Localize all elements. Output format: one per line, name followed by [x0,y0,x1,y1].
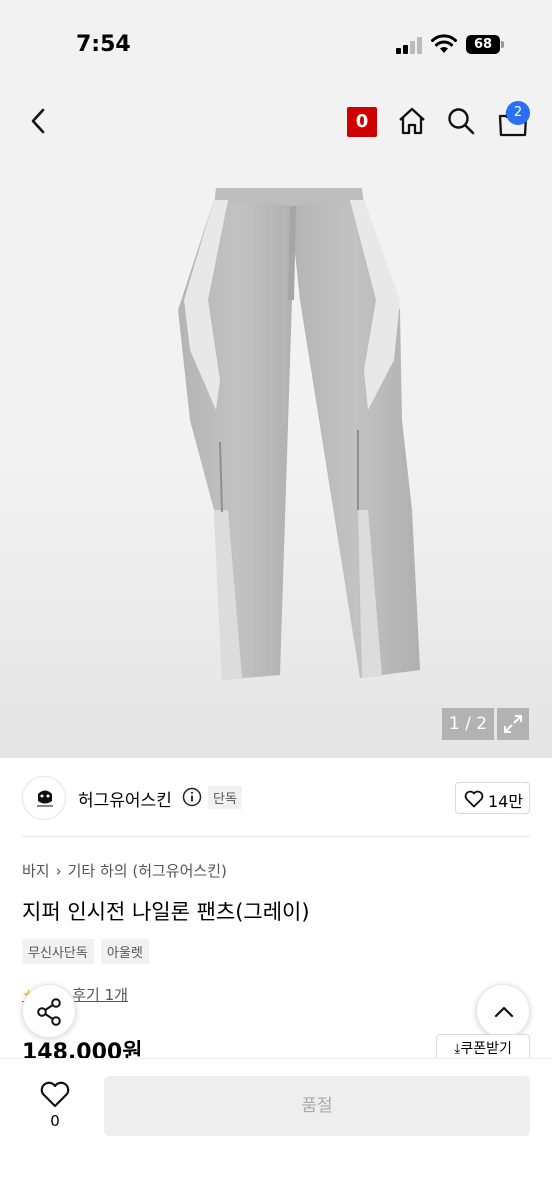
chevron-up-icon [494,1006,514,1018]
tag-outlet: 아울렛 [100,939,149,964]
battery-icon: 68 [466,35,504,54]
sold-out-button[interactable]: 품절 [104,1076,530,1136]
expand-icon[interactable] [497,708,529,740]
tag-exclusive: 무신사단독 [22,939,94,964]
zero-logo-button[interactable]: 0 [347,107,377,137]
exclusive-badge: 단독 [208,786,242,809]
status-time: 7:54 [76,32,131,57]
signal-icon [396,36,424,54]
breadcrumb-item-subcategory[interactable]: 기타 하의 (허그유어스킨) [68,862,227,880]
battery-level: 68 [473,37,493,52]
scroll-top-button[interactable] [476,984,530,1038]
back-icon[interactable] [24,106,54,136]
status-bar: 7:54 68 [0,0,552,90]
wifi-icon [431,34,457,53]
breadcrumb: 바지 › 기타 하의 (허그유어스킨) [22,860,227,881]
brand-logo-mark [37,790,53,807]
divider [22,836,530,837]
info-icon[interactable] [182,787,202,807]
chevron-right-icon: › [55,862,62,880]
brand-logo[interactable] [22,776,66,820]
share-button[interactable] [22,984,76,1038]
wishlist-count: 0 [50,1112,60,1130]
product-tags: 무신사단독 아울렛 [22,939,151,964]
search-icon[interactable] [446,106,476,136]
product-title: 지퍼 인시전 나일론 팬츠(그레이) [22,900,310,924]
cart-count-badge: 2 [506,101,530,125]
wishlist-heart-icon[interactable] [38,1080,72,1108]
breadcrumb-item-category[interactable]: 바지 [22,862,50,880]
brand-name[interactable]: 허그유어스킨 [78,786,172,811]
review-count[interactable]: 후기 1개 [72,986,128,1004]
heart-icon [464,790,484,808]
brand-like-button[interactable]: 14만 [455,782,530,814]
share-icon [37,998,61,1026]
brand-like-count: 14만 [488,792,524,811]
coupon-label: 쿠폰받기 [460,1041,512,1057]
product-image [178,188,420,680]
gallery-pager: 1 / 2 [442,708,494,740]
home-icon[interactable] [397,106,427,136]
